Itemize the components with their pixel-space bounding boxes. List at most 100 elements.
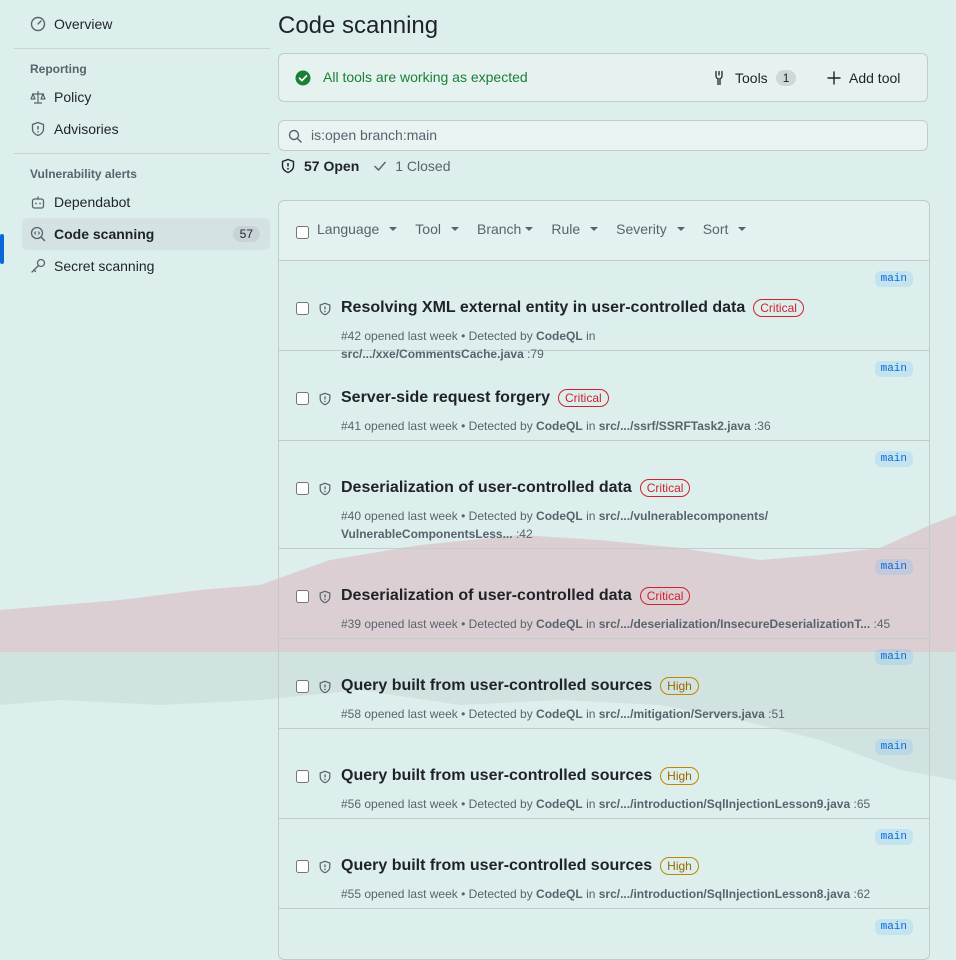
sidebar-item-label: Policy [54, 89, 92, 105]
sidebar-active-indicator [0, 234, 4, 264]
filter-label: Tool [415, 221, 441, 237]
alert-row: main Query built from user-controlled so… [279, 639, 929, 729]
alert-row: main Deserialization of user-controlled … [279, 441, 929, 549]
alert-meta: #55 opened last week • Detected by CodeQ… [341, 887, 871, 901]
alert-number: #55 [341, 887, 362, 901]
filter-rule[interactable]: Rule [551, 221, 599, 237]
severity-badge: High [660, 857, 699, 875]
chevron-down-icon [590, 227, 599, 231]
alert-in: in [586, 509, 596, 523]
closed-alerts-label: 1 Closed [395, 158, 451, 174]
shield-icon [318, 391, 332, 412]
law-icon [30, 89, 46, 105]
branch-label: main [874, 559, 913, 575]
filter-label: Sort [702, 221, 729, 237]
alert-row: main Server-side request forgery Critical… [279, 351, 929, 441]
alert-in: in [586, 617, 596, 631]
severity-badge: Critical [639, 587, 691, 605]
sidebar-item-label: Secret scanning [54, 258, 155, 274]
chevron-down-icon [738, 227, 747, 231]
filter-branch[interactable]: Branch [477, 221, 534, 237]
state-filter: 57 Open 1 Closed [280, 158, 451, 174]
alert-title[interactable]: Deserialization of user-controlled data [341, 587, 632, 605]
sidebar-item-policy[interactable]: Policy [14, 81, 270, 113]
filter-bar: Language Tool Branch Rule Severity Sort [317, 221, 764, 237]
chevron-down-icon [450, 227, 459, 231]
alert-opened: opened last week [364, 707, 458, 721]
alert-tool: CodeQL [536, 419, 583, 433]
alert-opened: opened last week [364, 509, 458, 523]
open-alerts-toggle[interactable]: 57 Open [280, 158, 359, 174]
alert-path[interactable]: src/.../mitigation/Servers.java [599, 707, 765, 721]
alert-title[interactable]: Query built from user-controlled sources [341, 857, 652, 875]
add-tool-label: Add tool [849, 70, 901, 86]
alert-line: :36 [753, 419, 771, 433]
alert-path[interactable]: src/.../introduction/SqlInjectionLesson9… [599, 797, 850, 811]
sidebar-group-reporting: Reporting [30, 62, 87, 76]
branch-label: main [874, 361, 913, 377]
sidebar-item-dependabot[interactable]: Dependabot [14, 186, 270, 218]
sidebar-item-overview[interactable]: Overview [14, 8, 270, 40]
alert-checkbox[interactable] [296, 590, 309, 603]
alert-in: in [586, 707, 596, 721]
alerts-list: Language Tool Branch Rule Severity Sort … [278, 200, 930, 960]
sidebar-group-vulnerability-alerts: Vulnerability alerts [30, 167, 137, 181]
alert-title[interactable]: Server-side request forgery [341, 389, 550, 407]
alert-detected-label: Detected by [468, 617, 533, 631]
tools-label: Tools [735, 70, 768, 86]
closed-alerts-toggle[interactable]: 1 Closed [373, 158, 451, 174]
alert-checkbox[interactable] [296, 302, 309, 315]
filter-sort[interactable]: Sort [703, 221, 747, 237]
chevron-down-icon [389, 227, 398, 231]
shield-icon [318, 679, 332, 700]
alert-path[interactable]: src/.../introduction/SqlInjectionLesson8… [599, 887, 850, 901]
alert-title[interactable]: Resolving XML external entity in user-co… [341, 299, 745, 317]
alert-title[interactable]: Query built from user-controlled sources [341, 677, 652, 695]
sidebar-item-code-scanning[interactable]: Code scanning 57 [22, 218, 270, 250]
alert-checkbox[interactable] [296, 860, 309, 873]
filter-tool[interactable]: Tool [415, 221, 459, 237]
alert-line: :65 [853, 797, 871, 811]
tools-button[interactable]: Tools 1 [711, 66, 797, 90]
sidebar-item-secret-scanning[interactable]: Secret scanning [14, 250, 270, 282]
branch-label: main [874, 919, 913, 935]
severity-badge: Critical [639, 479, 691, 497]
alert-checkbox[interactable] [296, 680, 309, 693]
alert-tool: CodeQL [536, 797, 583, 811]
alert-title[interactable]: Query built from user-controlled sources [341, 767, 652, 785]
alert-opened: opened last week [364, 887, 458, 901]
alert-line: :62 [853, 887, 871, 901]
alert-line: :45 [873, 617, 891, 631]
alert-tool: CodeQL [536, 329, 583, 343]
alert-checkbox[interactable] [296, 482, 309, 495]
shield-icon [318, 769, 332, 790]
key-icon [30, 258, 46, 274]
sidebar-divider [14, 48, 270, 49]
sidebar-item-label: Dependabot [54, 194, 131, 210]
search-box[interactable] [278, 120, 928, 151]
check-icon [373, 159, 387, 173]
tool-status-box: All tools are working as expected Tools … [278, 53, 928, 102]
alert-path[interactable]: src/.../ssrf/SSRFTask2.java [599, 419, 751, 433]
alert-checkbox[interactable] [296, 392, 309, 405]
alert-detected-label: Detected by [468, 887, 533, 901]
page-title: Code scanning [278, 12, 439, 39]
shield-icon [318, 301, 332, 322]
sidebar-item-advisories[interactable]: Advisories [14, 113, 270, 145]
select-all-checkbox[interactable] [296, 226, 309, 239]
alert-row: main Query built from user-controlled so… [279, 729, 929, 819]
filter-severity[interactable]: Severity [616, 221, 685, 237]
alert-number: #40 [341, 509, 362, 523]
alert-checkbox[interactable] [296, 770, 309, 783]
severity-badge: Critical [557, 389, 609, 407]
alerts-list-header: Language Tool Branch Rule Severity Sort [279, 201, 929, 261]
tools-icon [711, 70, 727, 86]
alert-detected-label: Detected by [468, 797, 533, 811]
alert-title[interactable]: Deserialization of user-controlled data [341, 479, 632, 497]
filter-language[interactable]: Language [317, 221, 398, 237]
alert-row: main Query built from user-controlled so… [279, 819, 929, 909]
search-input[interactable] [311, 127, 911, 143]
add-tool-button[interactable]: Add tool [827, 66, 900, 90]
alert-in: in [586, 329, 596, 343]
alert-path[interactable]: src/.../deserialization/InsecureDeserial… [599, 617, 870, 631]
